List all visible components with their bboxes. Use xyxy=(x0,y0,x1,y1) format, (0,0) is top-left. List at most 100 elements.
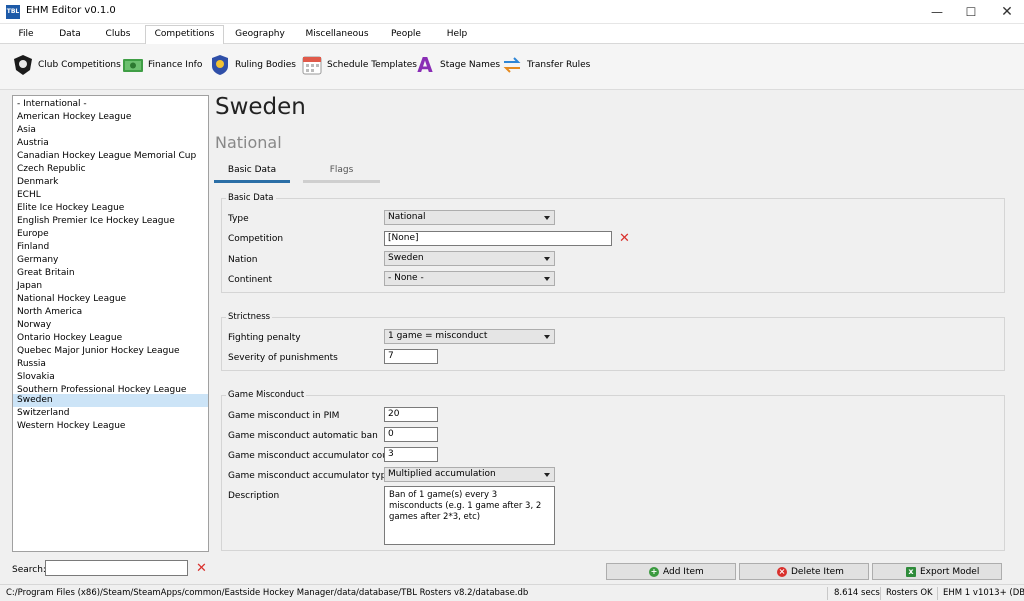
list-item[interactable]: Elite Ice Hockey League xyxy=(13,202,208,215)
excel-file-icon: x xyxy=(906,567,916,577)
type-dropdown[interactable]: National xyxy=(384,210,555,225)
status-bar: C:/Program Files (x86)/Steam/SteamApps/c… xyxy=(0,584,1024,601)
menu-data[interactable]: Data xyxy=(52,27,88,44)
list-item[interactable]: Norway xyxy=(13,319,208,332)
stage-names-button[interactable]: A Stage Names xyxy=(414,54,500,78)
clear-competition-icon[interactable]: ✕ xyxy=(619,232,630,245)
list-item[interactable]: Finland xyxy=(13,241,208,254)
basic-data-group-title: Basic Data xyxy=(226,193,276,203)
accumulator-count-label: Game misconduct accumulator count xyxy=(228,451,398,461)
accumulator-type-label: Game misconduct accumulator type xyxy=(228,471,392,481)
add-item-button[interactable]: + Add Item xyxy=(606,563,736,580)
automatic-ban-field[interactable]: 0 xyxy=(384,427,438,442)
badge-icon xyxy=(212,55,228,75)
list-item[interactable]: Great Britain xyxy=(13,267,208,280)
tab-basic-data[interactable]: Basic Data xyxy=(214,163,290,183)
status-divider xyxy=(880,587,881,600)
load-time: 8.614 secs xyxy=(834,588,880,598)
basic-data-group xyxy=(221,198,1005,293)
schedule-templates-label: Schedule Templates xyxy=(327,60,417,70)
database-path: C:/Program Files (x86)/Steam/SteamApps/c… xyxy=(6,588,529,598)
list-item[interactable]: Slovakia xyxy=(13,371,208,384)
schedule-templates-button[interactable]: Schedule Templates xyxy=(301,54,417,78)
list-item[interactable]: ECHL xyxy=(13,189,208,202)
competition-label: Competition xyxy=(228,234,284,244)
list-item-selected[interactable]: Sweden xyxy=(13,394,208,407)
ruling-bodies-button[interactable]: Ruling Bodies xyxy=(209,54,296,78)
fighting-penalty-dropdown[interactable]: 1 game = misconduct xyxy=(384,329,555,344)
delete-item-label: Delete Item xyxy=(791,567,844,577)
type-value: National xyxy=(388,212,426,222)
club-competitions-label: Club Competitions xyxy=(38,60,121,70)
finance-info-button[interactable]: Finance Info xyxy=(122,54,202,78)
page-subtitle: National xyxy=(215,133,282,152)
calendar-icon xyxy=(302,56,322,75)
list-item[interactable]: Quebec Major Junior Hockey League xyxy=(13,345,208,358)
description-field[interactable]: Ban of 1 game(s) every 3 misconducts (e.… xyxy=(384,486,555,545)
nation-value: Sweden xyxy=(388,253,424,263)
list-item[interactable]: American Hockey League xyxy=(13,111,208,124)
ruling-bodies-label: Ruling Bodies xyxy=(235,60,296,70)
list-item[interactable]: Russia xyxy=(13,358,208,371)
stage-names-label: Stage Names xyxy=(440,60,501,70)
transfer-rules-button[interactable]: Transfer Rules xyxy=(501,54,590,78)
continent-dropdown[interactable]: - None - xyxy=(384,271,555,286)
accumulator-type-dropdown[interactable]: Multiplied accumulation xyxy=(384,467,555,482)
list-item[interactable]: Austria xyxy=(13,137,208,150)
tab-flags[interactable]: Flags xyxy=(303,163,380,183)
menu-clubs[interactable]: Clubs xyxy=(96,27,140,44)
automatic-ban-label: Game misconduct automatic ban xyxy=(228,431,378,441)
list-item[interactable]: Denmark xyxy=(13,176,208,189)
money-icon xyxy=(123,59,143,72)
search-label: Search: xyxy=(12,565,46,575)
menu-competitions[interactable]: Competitions xyxy=(145,25,224,45)
description-label: Description xyxy=(228,491,280,501)
menu-miscellaneous[interactable]: Miscellaneous xyxy=(302,27,372,44)
chevron-down-icon xyxy=(544,257,550,261)
list-item[interactable]: National Hockey League xyxy=(13,293,208,306)
plus-icon: + xyxy=(649,567,659,577)
close-window-button[interactable]: ✕ xyxy=(990,0,1024,24)
list-item[interactable]: Czech Republic xyxy=(13,163,208,176)
nation-dropdown[interactable]: Sweden xyxy=(384,251,555,266)
pim-field[interactable]: 20 xyxy=(384,407,438,422)
status-divider xyxy=(937,587,938,600)
menu-file[interactable]: File xyxy=(8,27,44,44)
severity-field[interactable]: 7 xyxy=(384,349,438,364)
menu-bar: File Data Clubs Competitions Geography M… xyxy=(0,24,1024,45)
rosters-status: Rosters OK xyxy=(886,588,933,598)
list-item[interactable]: - International - xyxy=(13,98,208,111)
competition-field[interactable]: [None] xyxy=(384,231,612,246)
list-item[interactable]: English Premier Ice Hockey League xyxy=(13,215,208,228)
list-item[interactable]: Ontario Hockey League xyxy=(13,332,208,345)
list-item[interactable]: Canadian Hockey League Memorial Cup xyxy=(13,150,208,163)
search-input[interactable] xyxy=(45,560,188,576)
list-item[interactable]: Switzerland xyxy=(13,407,208,420)
export-model-button[interactable]: x Export Model xyxy=(872,563,1002,580)
chevron-down-icon xyxy=(544,277,550,281)
chevron-down-icon xyxy=(544,216,550,220)
accumulator-count-field[interactable]: 3 xyxy=(384,447,438,462)
menu-help[interactable]: Help xyxy=(440,27,474,44)
maximize-button[interactable]: ☐ xyxy=(954,0,988,24)
list-item[interactable]: North America xyxy=(13,306,208,319)
list-item[interactable]: Asia xyxy=(13,124,208,137)
list-item[interactable]: Japan xyxy=(13,280,208,293)
list-item[interactable]: Western Hockey League xyxy=(13,420,208,433)
list-item[interactable]: Germany xyxy=(13,254,208,267)
transfer-rules-label: Transfer Rules xyxy=(527,60,591,70)
clear-search-icon[interactable]: ✕ xyxy=(196,562,207,575)
finance-info-label: Finance Info xyxy=(148,60,203,70)
menu-people[interactable]: People xyxy=(386,27,426,44)
delete-item-button[interactable]: × Delete Item xyxy=(739,563,869,580)
competition-list[interactable]: - International - American Hockey League… xyxy=(12,95,209,552)
menu-geography[interactable]: Geography xyxy=(232,27,288,44)
chevron-down-icon xyxy=(544,335,550,339)
minimize-button[interactable]: — xyxy=(920,0,954,24)
delete-icon: × xyxy=(777,567,787,577)
chevron-down-icon xyxy=(544,473,550,477)
list-item[interactable]: Europe xyxy=(13,228,208,241)
hockey-shield-icon xyxy=(14,55,32,75)
club-competitions-button[interactable]: Club Competitions xyxy=(12,54,121,78)
strictness-group xyxy=(221,317,1005,371)
